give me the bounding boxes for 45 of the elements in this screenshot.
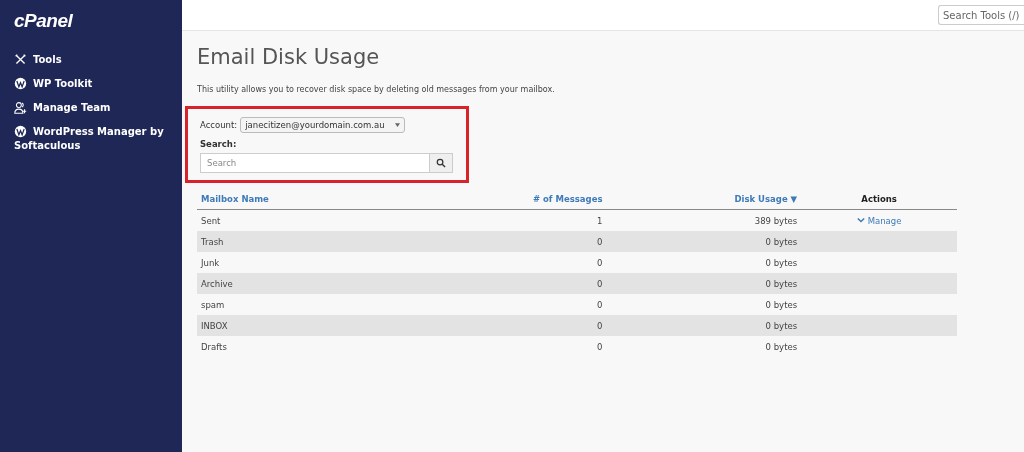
table-cell: 0 bytes xyxy=(606,294,802,315)
table-cell: Trash xyxy=(197,231,500,252)
cpanel-logo[interactable]: cPanel xyxy=(14,10,73,36)
column-header[interactable]: Disk Usage ▼ xyxy=(606,188,802,210)
table-cell: 0 bytes xyxy=(606,315,802,336)
sidebar-item[interactable]: Manage Team xyxy=(14,98,172,118)
sidebar-item[interactable]: WP Toolkit xyxy=(14,74,172,94)
sidebar-item[interactable]: Tools xyxy=(14,50,172,70)
search-field[interactable]: Search xyxy=(200,153,430,173)
table-cell: Sent xyxy=(197,209,500,231)
search-icon xyxy=(436,158,446,168)
search-label: Search: xyxy=(200,139,238,149)
table-cell: 0 xyxy=(499,231,607,252)
table-cell: INBOX xyxy=(197,315,500,336)
chevron-down-icon xyxy=(856,215,865,224)
caret-icon xyxy=(394,123,400,127)
table-cell: Junk xyxy=(197,252,500,273)
table-cell: spam xyxy=(197,294,500,315)
table-cell: Archive xyxy=(197,273,500,294)
table-cell: 0 xyxy=(499,273,607,294)
table-cell: 0 bytes xyxy=(606,336,802,357)
table-cell: 0 xyxy=(499,336,607,357)
column-header[interactable]: Mailbox Name xyxy=(197,188,500,210)
table-cell: 389 bytes xyxy=(606,209,802,231)
wordpress-icon xyxy=(14,125,27,138)
table-cell: 0 xyxy=(499,294,607,315)
search-tools-field[interactable]: Search Tools (/) xyxy=(938,5,1024,25)
table-cell: Drafts xyxy=(197,336,500,357)
page-description: This utility allows you to recover disk space by deleting old messages from your mailbox. xyxy=(197,85,556,94)
column-header[interactable]: # of Messages xyxy=(499,188,607,210)
table-cell: 0 xyxy=(499,315,607,336)
table-cell: 0 xyxy=(499,252,607,273)
manage-link[interactable]: Manage xyxy=(856,215,902,226)
table-cell: 1 xyxy=(499,209,607,231)
column-header: Actions xyxy=(801,188,957,210)
wordpress-icon xyxy=(14,77,27,90)
table-cell: 0 bytes xyxy=(606,252,802,273)
account-dropdown[interactable]: janecitizen@yourdomain.com.au xyxy=(240,117,405,133)
sidebar-item[interactable]: WordPress Manager by Softaculous xyxy=(14,122,172,156)
page-title: Email Disk Usage xyxy=(197,44,381,71)
team-icon xyxy=(14,101,27,114)
search-button[interactable] xyxy=(430,153,453,173)
account-label: Account: xyxy=(200,120,238,130)
table-cell: 0 bytes xyxy=(606,273,802,294)
table-cell: 0 bytes xyxy=(606,231,802,252)
